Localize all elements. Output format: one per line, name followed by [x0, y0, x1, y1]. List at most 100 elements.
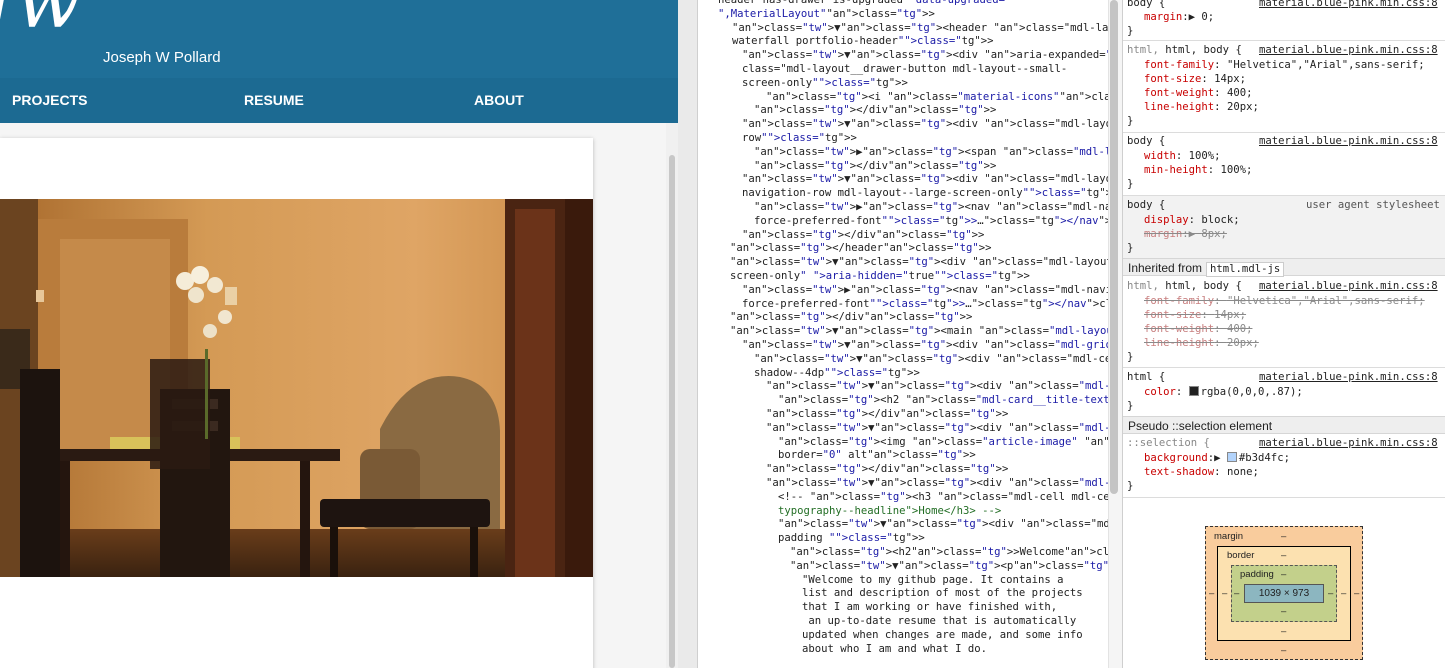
dom-tree-line[interactable]: shadow--4dp"">class="tg">> — [754, 367, 920, 381]
dom-tree-line[interactable]: waterfall portfolio-header"">class="tg">… — [732, 35, 994, 49]
dom-tree-line[interactable]: "Welcome to my github page. It contains … — [802, 574, 1064, 588]
rule-close: } — [1127, 400, 1134, 412]
dom-tree-line[interactable]: row"">class="tg">> — [742, 132, 857, 146]
rule-property-overridden[interactable]: line-height: 20px; — [1144, 336, 1259, 351]
dom-tree-line[interactable]: screen-only" ">aria-hidden="true"">class… — [730, 270, 1030, 284]
dom-tree-line[interactable]: <!-- "an">class="tg"><h3 "an">class="mdl… — [778, 491, 1108, 505]
dom-tree-line[interactable]: "an">class="tw">▼"an">class="tg"><div "a… — [766, 380, 1108, 394]
rule-property[interactable]: line-height: 20px; — [1144, 100, 1259, 115]
box-model-dash: – — [1341, 588, 1347, 599]
dom-tree-line[interactable]: screen-only"">class="tg">> — [742, 77, 908, 91]
site-logo[interactable]: Jw — [0, 0, 84, 40]
rule-property-overridden[interactable]: font-weight: 400; — [1144, 322, 1252, 337]
rule-property[interactable]: color: rgba(0,0,0,.87); — [1144, 385, 1303, 400]
dom-tree-line[interactable]: "an">class="tg"></div"an">class="tg">> — [766, 408, 1008, 422]
nav-link-resume[interactable]: RESUME — [244, 92, 304, 108]
dom-tree-line[interactable]: "an">class="tg"></div"an">class="tg">> — [754, 160, 996, 174]
dom-tree-line[interactable]: typography--headline">Home</h3> --> — [778, 505, 1001, 519]
rule-close: } — [1127, 242, 1134, 254]
source-link[interactable]: material.blue-pink.min.css:8 — [1259, 43, 1438, 58]
rule-property-overridden[interactable]: font-size: 14px; — [1144, 308, 1246, 323]
dom-tree-line[interactable]: "an">class="tw">▼"an">class="tg"><main "… — [730, 325, 1108, 339]
page-scrollbar-thumb[interactable] — [669, 155, 675, 668]
source-link[interactable]: material.blue-pink.min.css:8 — [1259, 279, 1438, 294]
navigation-bar: PROJECTS RESUME ABOUT — [0, 78, 678, 123]
dom-tree-line[interactable]: "an">class="tg"><i "an">class="material-… — [766, 91, 1108, 105]
dom-tree-line[interactable]: "an">class="tg"><h2"an">class="tg">>Welc… — [790, 546, 1108, 560]
dom-tree-line[interactable]: "an">class="tw">▼"an">class="tg"><div "a… — [742, 339, 1108, 353]
dom-tree-line[interactable]: border="0" alt"an">class="tg">> — [778, 449, 976, 463]
dom-tree-line[interactable]: force-preferred-font"">class="tg">>…">cl… — [742, 298, 1108, 312]
source-link[interactable]: material.blue-pink.min.css:8 — [1259, 134, 1438, 149]
dom-tree-line[interactable]: "an">class="tg"></div"an">class="tg">> — [766, 463, 1008, 477]
dom-tree-line[interactable]: navigation-row mdl-layout--large-screen-… — [742, 187, 1108, 201]
dom-tree-line[interactable]: "an">class="tw">▼"an">class="tg"><header… — [732, 22, 1108, 36]
dom-tree-line[interactable]: padding "">class="tg">> — [778, 532, 925, 546]
dom-tree-line[interactable]: "an">class="tg"><img "an">class="article… — [778, 436, 1108, 450]
portfolio-header: Jw Joseph W Pollard — [0, 0, 678, 78]
panel-divider[interactable] — [678, 0, 698, 668]
rule-property[interactable]: font-family: "Helvetica","Arial",sans-se… — [1144, 58, 1425, 73]
rule-selector[interactable]: body { — [1127, 0, 1165, 11]
dom-tree-line[interactable]: force-preferred-font"">class="tg">>…">cl… — [754, 215, 1108, 229]
dom-tree-line[interactable]: "an">class="tw">▼"an">class="tg"><p"an">… — [790, 560, 1108, 574]
inherited-element-chip[interactable]: html.mdl-js — [1206, 262, 1285, 277]
rule-property[interactable]: font-weight: 400; — [1144, 86, 1252, 101]
rule-separator — [1123, 367, 1445, 368]
color-swatch[interactable] — [1188, 386, 1199, 396]
rule-selector[interactable]: body { — [1127, 134, 1165, 149]
dom-tree-line[interactable]: list and description of most of the proj… — [802, 587, 1083, 601]
rule-property[interactable]: background:▶ #b3d4fc; — [1144, 451, 1290, 466]
dom-tree-line[interactable]: "an">class="tw">▼"an">class="tg"><div "a… — [778, 518, 1108, 532]
rule-selector[interactable]: html, html, body { — [1127, 43, 1242, 58]
box-model-dash: – — [1209, 588, 1215, 599]
dom-tree-line[interactable]: "an">class="tw">▶"an">class="tg"><span "… — [754, 146, 1108, 160]
dom-tree-line[interactable]: "an">class="tw">▼"an">class="tg"><div "a… — [742, 118, 1108, 132]
dom-tree-line[interactable]: "an">class="tg"></div"an">class="tg">> — [730, 311, 972, 325]
dom-tree-line[interactable]: "an">class="tw">▶"an">class="tg"><nav "a… — [742, 284, 1108, 298]
dom-tree-line[interactable]: "an">class="tw">▼"an">class="tg"><div "a… — [766, 422, 1108, 436]
dom-tree-line[interactable]: that I am working or have finished with, — [802, 601, 1057, 615]
nav-link-about[interactable]: ABOUT — [474, 92, 524, 108]
dom-tree-line[interactable]: "an">class="tw">▼"an">class="tg"><div "a… — [742, 173, 1108, 187]
dom-tree-line[interactable]: "an">class="tw">▼"an">class="tg"><div "a… — [730, 256, 1108, 270]
dom-tree-line[interactable]: ",MaterialLayout""an">class="tg">> — [718, 8, 935, 22]
rule-property[interactable]: text-shadow: none; — [1144, 465, 1259, 480]
rule-selector[interactable]: html, html, body { — [1127, 279, 1242, 294]
dom-tree-line[interactable]: class="mdl-layout__drawer-button mdl-lay… — [742, 63, 1067, 77]
rule-property[interactable]: margin:▶ 0; — [1144, 10, 1214, 25]
rule-property-overridden[interactable]: font-family: "Helvetica","Arial",sans-se… — [1144, 294, 1425, 309]
box-model-dash: – — [1281, 645, 1287, 656]
rule-close: } — [1127, 25, 1134, 37]
rule-property[interactable]: font-size: 14px; — [1144, 72, 1246, 87]
rule-selector[interactable]: html { — [1127, 370, 1165, 385]
dom-tree-line[interactable]: "an">class="tw">▶"an">class="tg"><nav "a… — [754, 201, 1108, 215]
dom-tree-line[interactable]: updated when changes are made, and some … — [802, 629, 1083, 643]
dom-tree-line[interactable]: an up-to-date resume that is automatical… — [802, 615, 1076, 629]
source-link[interactable]: material.blue-pink.min.css:8 — [1259, 0, 1438, 11]
color-swatch[interactable] — [1226, 452, 1237, 462]
screen: Jw Joseph W Pollard PROJECTS RESUME ABOU… — [0, 0, 1445, 668]
dom-tree-line[interactable]: "an">class="tg"></div"an">class="tg">> — [742, 229, 984, 243]
dom-tree-line[interactable]: "an">class="tw">▼"an">class="tg"><div "a… — [742, 49, 1108, 63]
dom-tree-line[interactable]: "an">class="tw">▼"an">class="tg"><div "a… — [766, 477, 1108, 491]
box-model-dash: – — [1234, 588, 1240, 599]
source-link[interactable]: material.blue-pink.min.css:8 — [1259, 436, 1438, 451]
dom-tree-line[interactable]: "an">class="tw">▼"an">class="tg"><div "a… — [754, 353, 1108, 367]
rule-selector[interactable]: ::selection { — [1127, 436, 1210, 451]
dom-tree-line[interactable]: "an">class="tg"><h2 "an">class="mdl-card… — [778, 394, 1108, 408]
rule-property[interactable]: display: block; — [1144, 213, 1240, 228]
elements-scrollbar-thumb[interactable] — [1110, 0, 1118, 494]
box-model-content[interactable]: 1039 × 973 — [1244, 584, 1324, 603]
rule-property-overridden[interactable]: margin:▶ 8px; — [1144, 227, 1227, 242]
nav-link-projects[interactable]: PROJECTS — [12, 92, 87, 108]
rule-selector[interactable]: body { — [1127, 198, 1165, 213]
box-model-dash: – — [1222, 588, 1228, 599]
dom-tree-line[interactable]: "an">class="tg"></header"an">class="tg">… — [730, 242, 992, 256]
dom-tree-line[interactable]: about who I am and what I do. — [802, 643, 987, 657]
rule-property[interactable]: width: 100%; — [1144, 149, 1221, 164]
rule-property[interactable]: min-height: 100%; — [1144, 163, 1252, 178]
dom-tree-line[interactable]: "an">class="tg"></div"an">class="tg">> — [754, 104, 996, 118]
dom-tree-line[interactable]: header has-drawer is-upgraded" data-upgr… — [718, 0, 1005, 8]
source-link[interactable]: material.blue-pink.min.css:8 — [1259, 370, 1438, 385]
